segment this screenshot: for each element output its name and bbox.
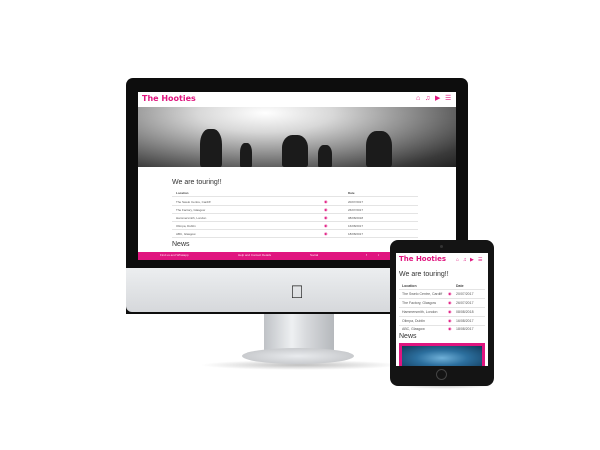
tour-location: The Factory, Glasgow — [176, 208, 206, 212]
facebook-icon[interactable]: f — [366, 253, 367, 257]
row-divider — [399, 325, 485, 326]
tablet-site: The Hooties ⌂ ♫ ▶ ☰ We are touring!! Loc… — [396, 253, 488, 366]
news-heading: News — [399, 333, 417, 340]
map-pin-icon[interactable]: ◉ — [448, 300, 452, 305]
footer-link-help[interactable]: Help and Contact Details — [238, 253, 271, 257]
site-header: The Hooties ⌂ ♫ ▶ ☰ — [138, 92, 456, 107]
tour-location: Hammersmith, London — [402, 310, 438, 314]
news-heading: News — [172, 241, 190, 248]
map-pin-icon[interactable]: ◉ — [448, 326, 452, 331]
row-divider — [172, 205, 418, 206]
ipad-camera — [440, 245, 443, 248]
home-icon[interactable]: ⌂ — [416, 95, 420, 103]
video-icon[interactable]: ▶ — [470, 257, 474, 263]
video-icon[interactable]: ▶ — [435, 95, 440, 103]
site-logo[interactable]: The Hooties — [399, 255, 446, 263]
hero-image — [138, 107, 456, 167]
apple-logo-icon:  — [288, 283, 306, 301]
twitter-icon[interactable]: t — [378, 253, 379, 257]
col-header-date: Date — [348, 191, 355, 195]
map-pin-icon[interactable]: ◉ — [448, 318, 452, 323]
tour-date: 26/07/2017 — [348, 208, 364, 212]
map-pin-icon[interactable]: ◉ — [324, 215, 328, 220]
map-pin-icon[interactable]: ◉ — [324, 231, 328, 236]
tour-location: Olimpa, Dublin — [402, 319, 425, 323]
tour-date: 16/08/2017 — [348, 224, 364, 228]
tour-location: The Factory, Glasgow — [402, 301, 436, 305]
tour-date: 08/08/2018 — [456, 310, 474, 314]
map-pin-icon[interactable]: ◉ — [324, 207, 328, 212]
home-icon[interactable]: ⌂ — [456, 257, 459, 263]
tour-location: The Swelo Centre, Cardiff — [176, 200, 211, 204]
menu-icon[interactable]: ☰ — [478, 257, 482, 263]
site-logo[interactable]: The Hooties — [142, 94, 196, 103]
row-divider — [399, 307, 485, 308]
footer-link-find-us[interactable]: Find us and Whatapp — [160, 253, 189, 257]
music-icon[interactable]: ♫ — [425, 95, 430, 103]
col-header-location: Location — [402, 284, 417, 288]
row-divider — [172, 229, 418, 230]
row-divider — [399, 298, 485, 299]
row-divider — [172, 237, 418, 238]
tour-location: Olimpa, Dublin — [176, 224, 196, 228]
map-pin-icon[interactable]: ◉ — [448, 309, 452, 314]
tour-date: 16/08/2017 — [456, 319, 474, 323]
footer-link-social[interactable]: Social — [310, 253, 318, 257]
imac-stand-foot — [242, 348, 354, 364]
ipad-home-button[interactable] — [436, 369, 447, 380]
row-divider — [172, 221, 418, 222]
tour-date: 20/07/2017 — [348, 200, 364, 204]
touring-heading: We are touring!! — [172, 179, 222, 186]
touring-heading: We are touring!! — [399, 271, 449, 278]
tour-date: 18/08/2017 — [348, 232, 364, 236]
col-header-date: Date — [456, 284, 464, 288]
menu-icon[interactable]: ☰ — [445, 95, 451, 103]
map-pin-icon[interactable]: ◉ — [324, 223, 328, 228]
map-pin-icon[interactable]: ◉ — [448, 291, 452, 296]
tour-location: The Swelo Centre, Cardiff — [402, 292, 443, 296]
news-image[interactable] — [399, 343, 485, 366]
row-divider — [399, 289, 485, 290]
row-divider — [172, 196, 418, 197]
tour-date: 08/08/2018 — [348, 216, 364, 220]
tour-date: 20/07/2017 — [456, 292, 474, 296]
tour-location: ABC, Glasgow — [176, 232, 196, 236]
map-pin-icon[interactable]: ◉ — [324, 199, 328, 204]
desktop-site: The Hooties ⌂ ♫ ▶ ☰ We are touring!! Loc… — [138, 92, 456, 260]
music-icon[interactable]: ♫ — [463, 257, 467, 263]
row-divider — [172, 213, 418, 214]
tour-date: 26/07/2017 — [456, 301, 474, 305]
row-divider — [399, 316, 485, 317]
col-header-location: Location — [176, 191, 189, 195]
tour-date: 18/08/2017 — [456, 327, 474, 331]
tour-location: ABC, Glasgow — [402, 327, 425, 331]
tour-location: Hammersmith, London — [176, 216, 207, 220]
